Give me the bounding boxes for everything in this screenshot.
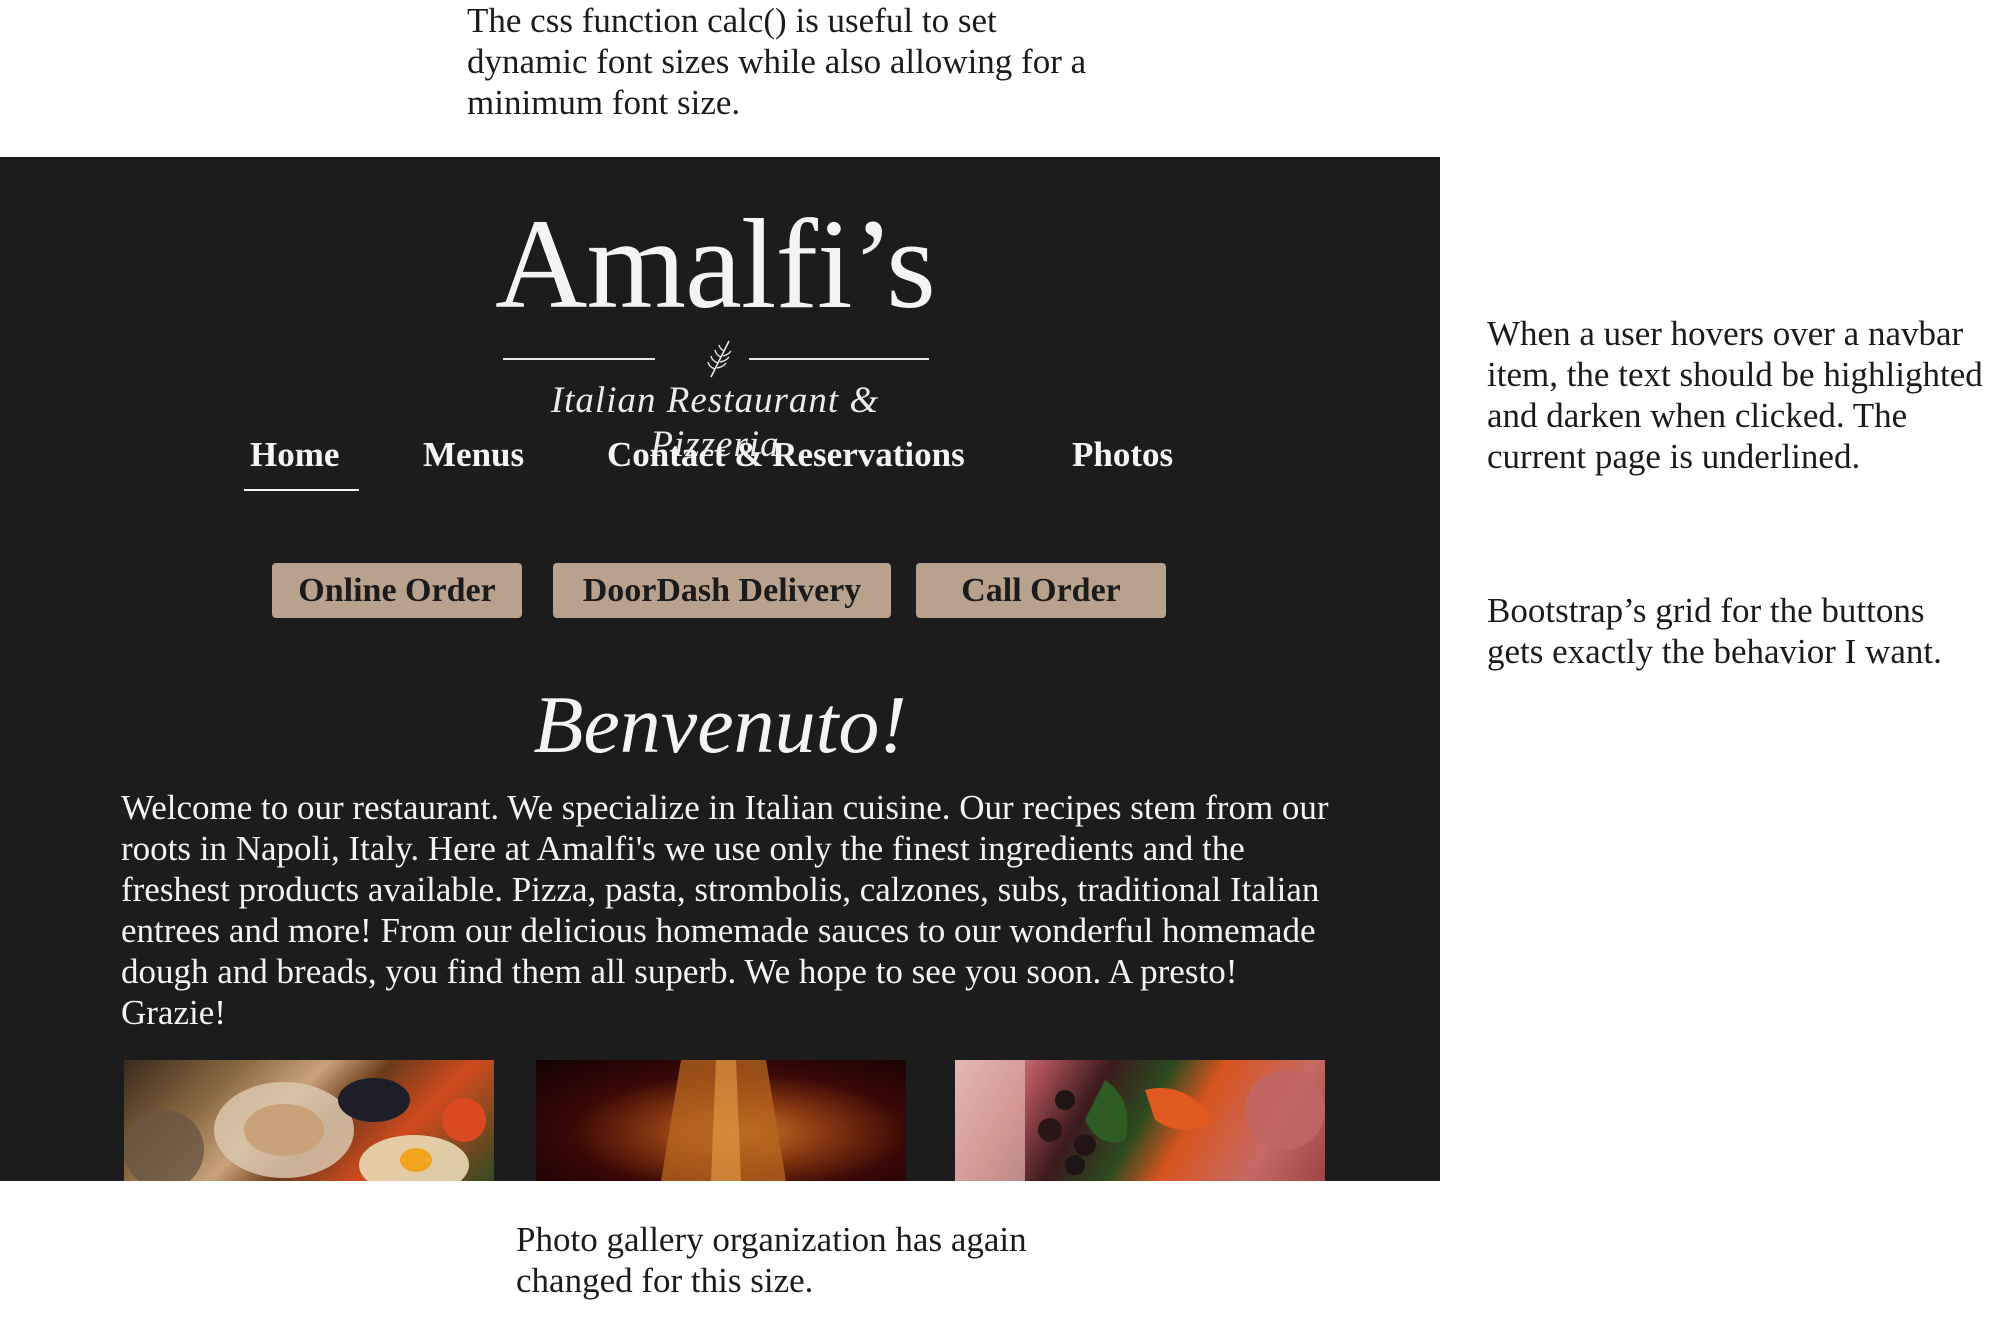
current-page-underline: [244, 489, 359, 491]
navbar: Home Menus Contact & Reservations Photos: [0, 433, 1440, 503]
welcome-paragraph: Welcome to our restaurant. We specialize…: [121, 788, 1329, 1032]
website-preview: Amalfi’s Italian Restaurant & Pizzeria H…: [0, 157, 1440, 1181]
logo-divider-left: [503, 358, 655, 360]
welcome-heading: Benvenuto!: [533, 679, 907, 770]
restaurant-logo[interactable]: Amalfi’s Italian Restaurant & Pizzeria: [495, 189, 936, 465]
nav-item-home[interactable]: Home: [250, 433, 339, 477]
annotation-gallery-note: Photo gallery organization has again cha…: [516, 1220, 1027, 1300]
seafood-photo-art: [124, 1078, 486, 1181]
doordash-delivery-button[interactable]: DoorDash Delivery: [553, 563, 891, 618]
nav-item-menus[interactable]: Menus: [423, 433, 524, 477]
seafood-photo[interactable]: [124, 1060, 494, 1181]
nav-item-photos[interactable]: Photos: [1072, 433, 1173, 477]
logo-name: Amalfi’s: [495, 193, 936, 335]
antipasto-photo-art: [955, 1060, 1325, 1181]
online-order-button[interactable]: Online Order: [272, 563, 522, 618]
wine-photo-art: [661, 1060, 786, 1181]
annotation-calc-note: The css function calc() is useful to set…: [467, 1, 1087, 122]
annotation-bootstrap-note: Bootstrap’s grid for the buttons gets ex…: [1487, 591, 1942, 671]
logo-divider-right: [749, 358, 929, 360]
call-order-button[interactable]: Call Order: [916, 563, 1166, 618]
antipasto-photo[interactable]: [955, 1060, 1325, 1181]
wine-photo[interactable]: [536, 1060, 906, 1181]
annotation-navbar-note: When a user hovers over a navbar item, t…: [1487, 314, 1983, 476]
nav-item-contact-reservations[interactable]: Contact & Reservations: [607, 433, 965, 477]
rosemary-sprig-icon: [707, 340, 732, 378]
